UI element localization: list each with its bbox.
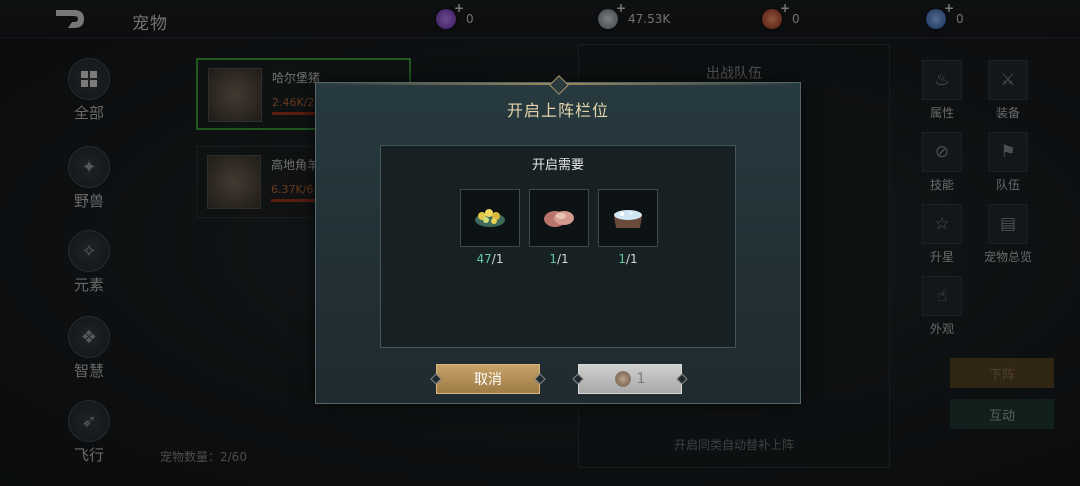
requirements-title: 开启需要 [531, 158, 584, 173]
required-item[interactable]: 1/1 [529, 189, 589, 266]
item-slot [598, 189, 658, 247]
confirm-cost: 1 [636, 371, 646, 387]
item-slot [460, 189, 520, 247]
item-quantity: 1/1 [529, 252, 589, 266]
button-ornament [676, 373, 688, 385]
button-ornament [534, 373, 546, 385]
crystal-ore-icon [614, 210, 642, 228]
item-owned: 1 [618, 252, 626, 266]
required-item[interactable]: 47/1 [460, 189, 520, 266]
meat-icon [544, 211, 574, 227]
item-quantity: 47/1 [460, 252, 520, 266]
item-owned: 47 [476, 252, 492, 266]
yellow-herb-icon [475, 209, 505, 227]
requirements-box: 开启需要 47/1 1/1 1/1 [380, 145, 736, 348]
dialog-title: 开启上阵栏位 [506, 101, 609, 120]
button-ornament [572, 373, 584, 385]
item-owned: 1 [549, 252, 557, 266]
item-quantity: 1/1 [598, 252, 658, 266]
unlock-slot-dialog: 开启上阵栏位 开启需要 47/1 1/1 1/1 取消 1 [315, 75, 801, 404]
item-required: /1 [556, 252, 569, 266]
item-slot [529, 189, 589, 247]
confirm-unlock-button[interactable]: 1 [572, 364, 688, 394]
item-required: /1 [625, 252, 638, 266]
cancel-button[interactable]: 取消 [430, 364, 546, 394]
cancel-label: 取消 [474, 372, 502, 388]
coin-icon [614, 371, 631, 387]
button-ornament [430, 373, 442, 385]
item-required: /1 [491, 252, 504, 266]
required-item[interactable]: 1/1 [598, 189, 658, 266]
